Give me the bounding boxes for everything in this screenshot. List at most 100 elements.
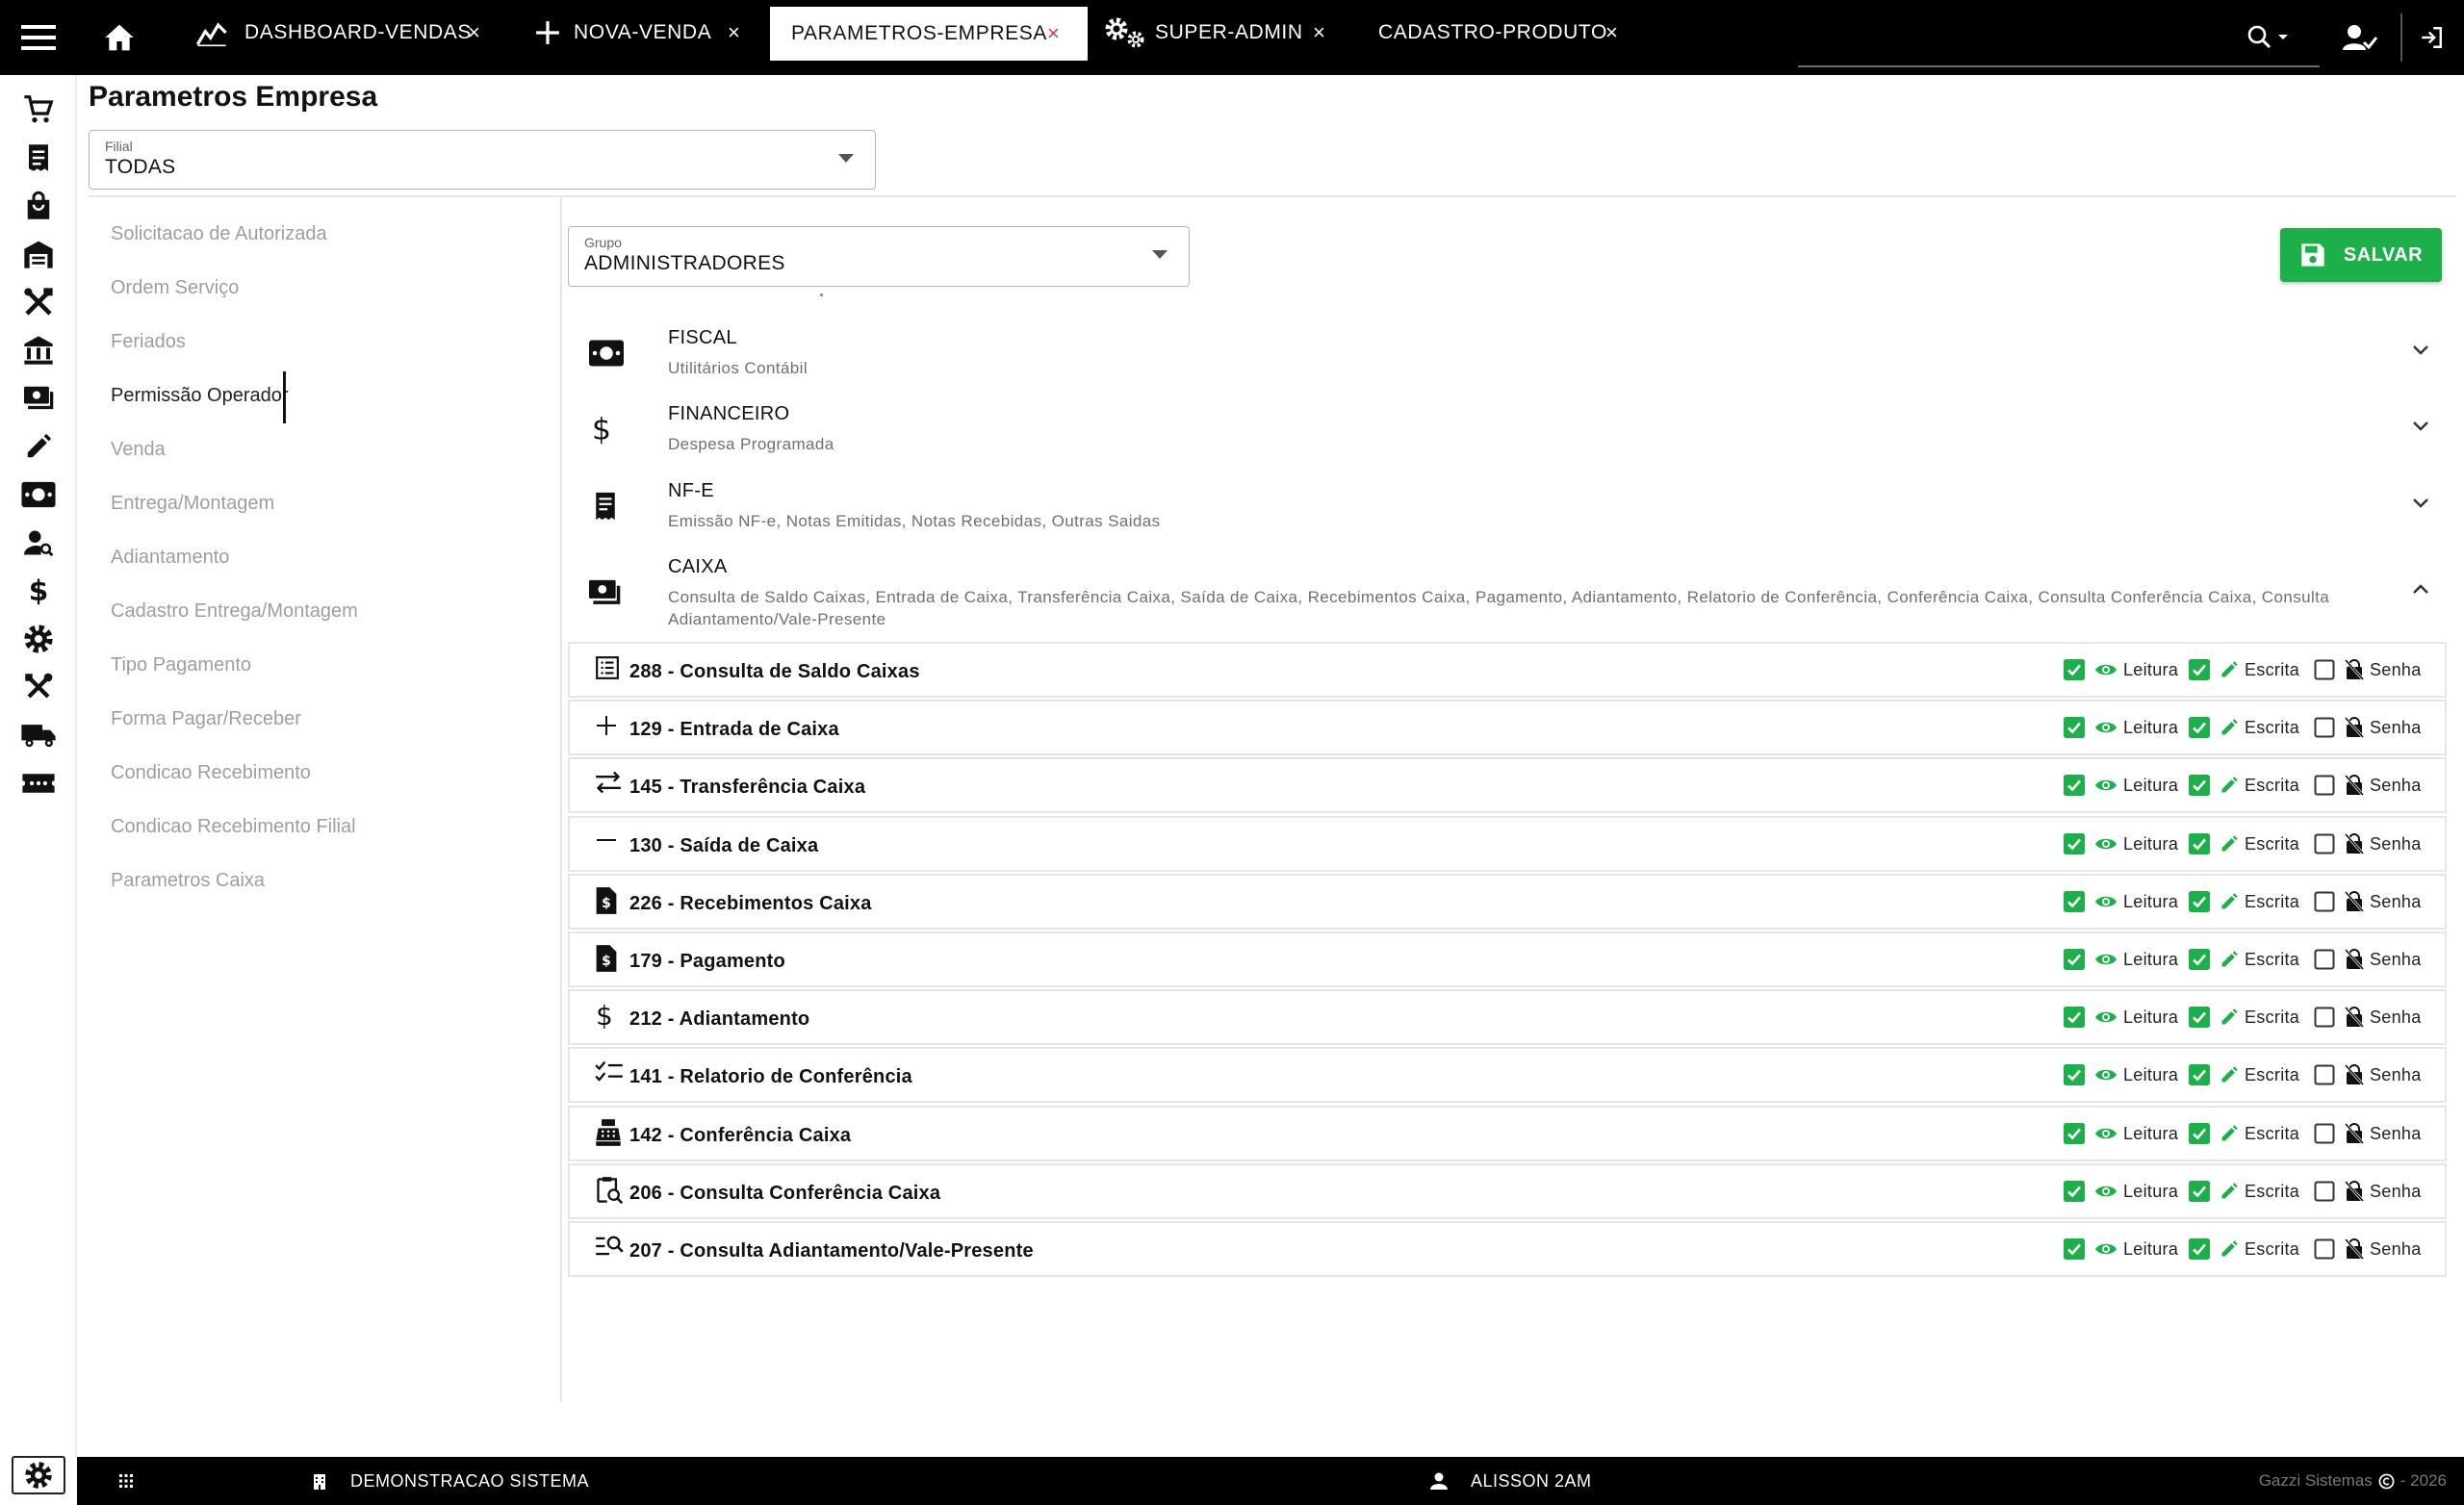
dollar-icon[interactable]: $ [0,570,77,612]
checkbox-checked[interactable] [2064,1123,2085,1144]
checkbox-checked[interactable] [2064,1181,2085,1202]
lock-off-icon [2345,1238,2364,1260]
checkbox-checked[interactable] [2189,775,2210,796]
checkbox-unchecked[interactable] [2314,717,2335,738]
chevron-up-icon[interactable] [2412,583,2429,595]
person-search-icon[interactable] [0,522,77,564]
chevron-down-icon[interactable] [2412,497,2429,509]
section-fiscal[interactable]: FISCAL Utilitários Contábil [568,327,2445,385]
checkbox-checked[interactable] [2064,891,2085,912]
menu-item-condicao-recebimento-filial[interactable]: Condicao Recebimento Filial [111,816,356,838]
apps-grid-icon[interactable] [119,1457,133,1505]
receipt-icon[interactable] [0,137,77,179]
close-tab-icon[interactable]: × [1313,21,1325,44]
tab-cadastro-produto[interactable]: CADASTRO-PRODUTO × [1378,0,1629,65]
ticket-icon[interactable] [0,762,77,804]
checkbox-checked[interactable] [2189,659,2210,680]
checkbox-unchecked[interactable] [2314,1181,2335,1202]
save-button[interactable]: SALVAR [2280,228,2442,282]
checkbox-checked[interactable] [2064,1007,2085,1028]
checkbox-checked[interactable] [2189,833,2210,855]
section-nfe[interactable]: NF-E Emissão NF-e, Notas Emitidas, Notas… [568,480,2445,538]
user-check-icon[interactable] [2339,0,2381,75]
close-tab-icon[interactable]: × [1605,21,1618,44]
menu-item-permissao-operador[interactable]: Permissão Operador [111,385,289,407]
menu-item-cadastro-entrega-montagem[interactable]: Cadastro Entrega/Montagem [111,600,358,623]
payments-icon[interactable] [0,377,77,420]
checkbox-checked[interactable] [2064,659,2085,680]
cart-icon[interactable] [0,89,77,131]
chevron-down-icon[interactable] [2412,421,2429,432]
menu-item-ordem-servico[interactable]: Ordem Serviço [111,277,239,299]
checkbox-checked[interactable] [2189,1181,2210,1202]
pencil-icon[interactable] [0,425,77,468]
tab-super-admin[interactable]: SUPER-ADMIN × [1103,0,1344,65]
checkbox-unchecked[interactable] [2314,1123,2335,1144]
pencil-icon [2220,1008,2239,1027]
close-tab-icon[interactable]: × [1047,22,1060,45]
search-icon[interactable] [2241,0,2298,75]
checkbox-unchecked[interactable] [2314,891,2335,912]
checkbox-unchecked[interactable] [2314,1238,2335,1260]
tab-dashboard-vendas[interactable]: DASHBOARD-VENDAS × [196,0,485,65]
checkbox-unchecked[interactable] [2314,833,2335,855]
cash-icon[interactable] [0,473,77,516]
menu-item-solicitacao-autorizada[interactable]: Solicitacao de Autorizada [111,223,327,245]
pencil-icon [2220,718,2239,737]
menu-item-feriados[interactable]: Feriados [111,331,186,353]
permission-password-toggle: Senha [2314,775,2422,796]
permission-read-toggle: Leitura [2064,1007,2178,1028]
chevron-down-icon[interactable] [2412,344,2429,356]
menu-item-venda[interactable]: Venda [111,439,166,461]
checkbox-checked[interactable] [2189,1064,2210,1085]
permission-write-label: Escrita [2245,1181,2300,1201]
checkbox-checked[interactable] [2189,1007,2210,1028]
settings-icon[interactable] [0,618,77,660]
shopping-bag-icon[interactable] [0,185,77,227]
checkbox-unchecked[interactable] [2314,775,2335,796]
tab-parametros-empresa[interactable]: PARAMETROS-EMPRESA × [770,7,1088,61]
checkbox-checked[interactable] [2064,833,2085,855]
warehouse-icon[interactable] [0,233,77,275]
settings-icon[interactable] [12,1456,65,1494]
bank-icon[interactable] [0,329,77,371]
checkbox-checked[interactable] [2189,1123,2210,1144]
search-input-underline[interactable] [1798,65,2320,67]
checkbox-unchecked[interactable] [2314,949,2335,970]
checkbox-checked[interactable] [2064,949,2085,970]
checkbox-checked[interactable] [2189,717,2210,738]
permission-row: 206 - Consulta Conferência Caixa Leitura E… [568,1163,2447,1219]
checkbox-checked[interactable] [2064,717,2085,738]
truck-icon[interactable] [0,714,77,756]
checkbox-unchecked[interactable] [2314,659,2335,680]
menu-item-entrega-montagem[interactable]: Entrega/Montagem [111,493,274,515]
checkbox-checked[interactable] [2189,891,2210,912]
checkbox-unchecked[interactable] [2314,1064,2335,1085]
checkbox-unchecked[interactable] [2314,1007,2335,1028]
permission-password-toggle: Senha [2314,949,2422,970]
logout-icon[interactable] [2412,0,2451,75]
menu-item-condicao-recebimento[interactable]: Condicao Recebimento [111,762,311,784]
checkbox-checked[interactable] [2064,1238,2085,1260]
tools-icon[interactable] [0,281,77,323]
payments-icon [587,577,622,608]
menu-item-forma-pagar-receber[interactable]: Forma Pagar/Receber [111,708,301,730]
menu-item-parametros-caixa[interactable]: Parametros Caixa [111,870,265,892]
checkbox-checked[interactable] [2064,1064,2085,1085]
menu-item-adiantamento[interactable]: Adiantamento [111,547,229,569]
checkbox-checked[interactable] [2189,949,2210,970]
checkbox-checked[interactable] [2064,775,2085,796]
tab-nova-venda[interactable]: NOVA-VENDA × [535,0,757,65]
filial-select[interactable]: Filial TODAS [89,130,876,190]
close-tab-icon[interactable]: × [468,21,480,44]
close-tab-icon[interactable]: × [728,21,740,44]
section-financeiro[interactable]: $ FINANCEIRO Despesa Programada [568,403,2445,461]
home-icon[interactable] [100,0,139,75]
section-caixa[interactable]: CAIXA Consulta de Saldo Caixas, Entrada … [568,556,2445,629]
grupo-select[interactable]: Grupo ADMINISTRADORES [568,226,1190,287]
hamburger-menu-icon[interactable] [17,0,60,75]
permission-password-label: Senha [2370,1007,2422,1027]
checkbox-checked[interactable] [2189,1238,2210,1260]
build-icon[interactable] [0,666,77,708]
menu-item-tipo-pagamento[interactable]: Tipo Pagamento [111,654,251,676]
